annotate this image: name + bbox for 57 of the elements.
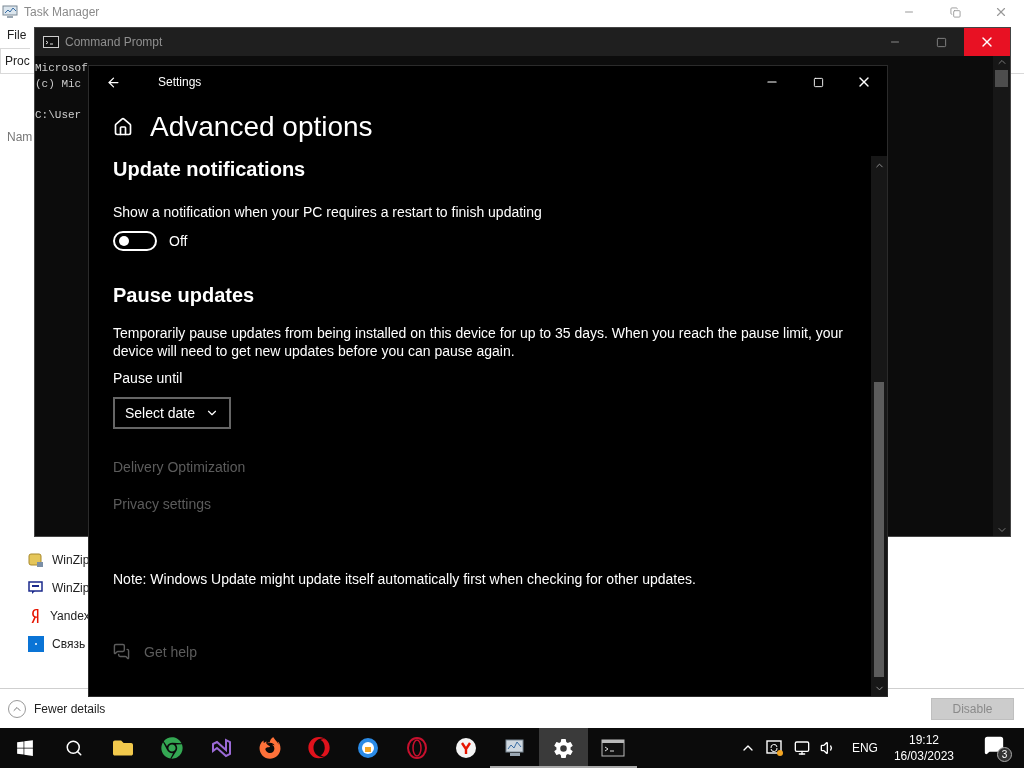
window-title: Task Manager xyxy=(24,5,100,19)
home-icon[interactable] xyxy=(113,117,133,137)
console-text: C:\User xyxy=(35,108,82,123)
scrollbar-thumb[interactable] xyxy=(995,70,1008,87)
maximize-icon xyxy=(812,76,824,88)
close-icon xyxy=(994,5,1008,19)
windows-logo-icon xyxy=(15,739,34,757)
fewer-details-button[interactable]: Fewer details xyxy=(8,699,106,718)
chat-bubbles-icon xyxy=(113,643,130,660)
tab[interactable]: Proc xyxy=(0,48,30,73)
fox-browser-icon xyxy=(258,737,281,759)
monitor-chart-icon xyxy=(503,737,526,759)
window-title: Command Prompt xyxy=(65,35,163,49)
tile-icon xyxy=(28,636,44,652)
scrollbar-thumb[interactable] xyxy=(874,382,884,677)
browser-icon xyxy=(160,737,183,759)
settings-icon xyxy=(553,737,574,759)
scrollbar[interactable] xyxy=(871,156,887,696)
console-text: (c) Mic xyxy=(35,77,82,92)
scrollbar[interactable] xyxy=(993,56,1010,536)
network-icon[interactable] xyxy=(793,740,810,756)
chat-icon xyxy=(28,580,44,596)
process-name[interactable]: WinZip xyxy=(52,553,90,567)
process-name[interactable]: Связь xyxy=(52,637,86,651)
toggle-label: Off xyxy=(169,232,188,250)
setting-description: Temporarily pause updates from being installed on this device for up to 35 days. When you reach the pause limit, your device will need to get new updates before you can pause again. xyxy=(113,324,844,360)
console-text: Microsof xyxy=(35,61,88,76)
terminal-icon xyxy=(43,36,59,48)
date-dropdown[interactable]: Select date xyxy=(113,397,232,429)
process-name[interactable]: WinZip xyxy=(52,581,90,595)
terminal-icon xyxy=(600,738,625,758)
y-browser-icon xyxy=(454,737,477,759)
restore-icon xyxy=(949,6,961,18)
archive-icon xyxy=(28,552,44,568)
section-heading: Pause updates xyxy=(113,284,255,307)
language-indicator[interactable]: ENG xyxy=(851,741,878,755)
maximize-icon xyxy=(935,36,947,48)
page-title: Advanced options xyxy=(150,111,373,143)
o-browser-icon xyxy=(307,737,330,759)
folder-icon xyxy=(112,738,133,758)
menu-item[interactable]: File xyxy=(7,28,27,42)
section-heading: Update notifications xyxy=(113,158,306,181)
field-label: Pause until xyxy=(113,369,184,387)
note-text: Note: Windows Update might update itself automatically first when checking for other updates. xyxy=(113,570,697,588)
o-ring-icon xyxy=(405,737,428,759)
search-icon xyxy=(64,739,83,757)
monitor-chart-icon xyxy=(2,5,18,19)
window-title: Settings xyxy=(158,75,202,89)
setting-description: Show a notification when your PC requires a restart to finish updating xyxy=(113,203,543,221)
toggle-switch[interactable] xyxy=(113,231,157,251)
notification-button[interactable]: 3 xyxy=(984,734,1012,762)
taskbar-app[interactable] xyxy=(539,728,588,768)
column-header: Nam xyxy=(7,130,34,144)
clock[interactable]: 19:12 16/03/2023 xyxy=(893,732,954,764)
message-icon xyxy=(984,734,1004,755)
sync-icon[interactable] xyxy=(765,739,784,757)
process-name[interactable]: Yandex xyxy=(50,609,90,623)
